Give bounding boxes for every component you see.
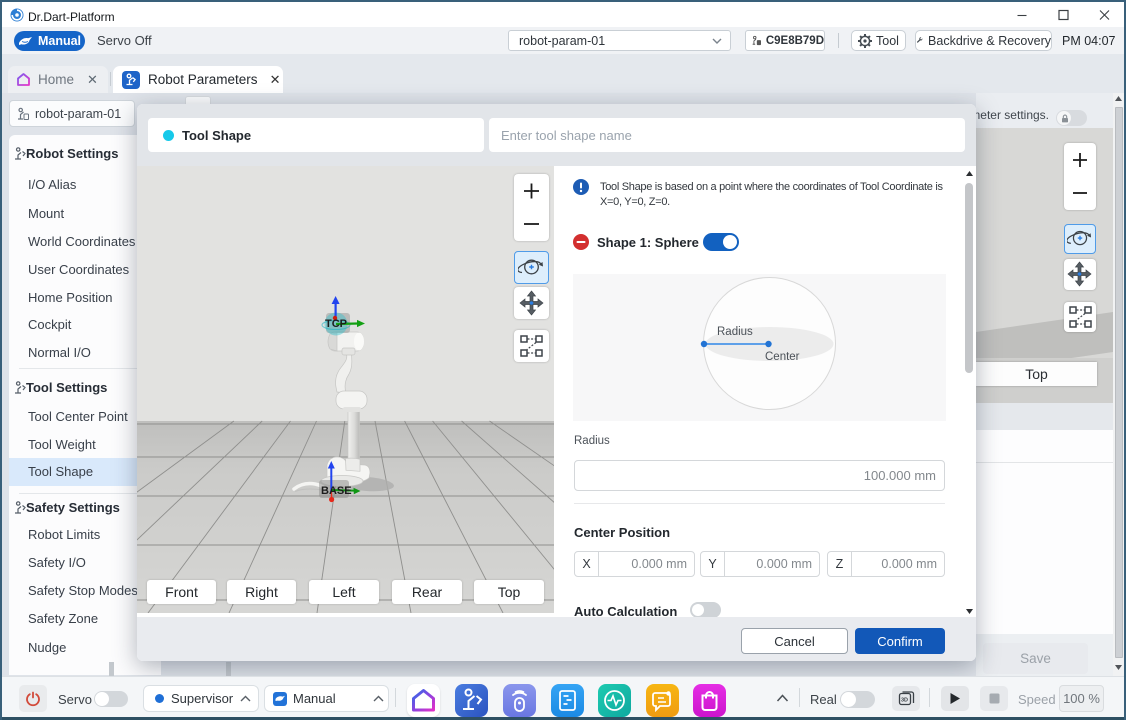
svg-text:Center: Center	[765, 351, 800, 363]
svg-text:3D: 3D	[901, 698, 908, 704]
svg-text:TCP: TCP	[325, 318, 347, 330]
svg-text:BASE: BASE	[321, 485, 352, 497]
svg-text:Radius: Radius	[717, 326, 753, 338]
